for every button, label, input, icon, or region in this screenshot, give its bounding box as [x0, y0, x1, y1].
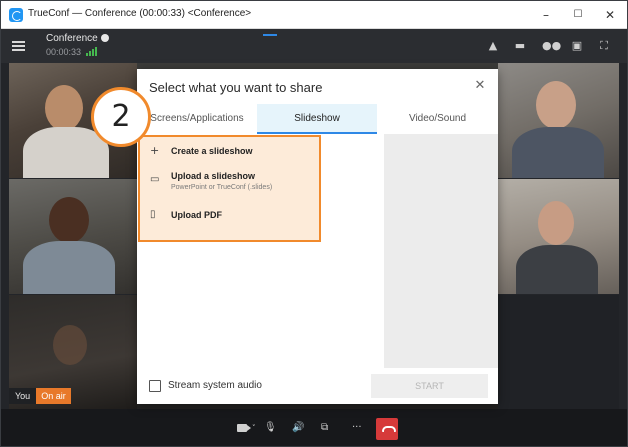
stream-audio-checkbox[interactable]	[149, 380, 161, 392]
folder-icon: ▭	[150, 174, 160, 185]
share-dialog: Select what you want to share ✕ Screens/…	[137, 69, 498, 404]
speaker-button[interactable]: 🔊	[292, 422, 312, 434]
hamburger-menu-icon[interactable]	[12, 41, 25, 51]
conference-name: Conference	[46, 33, 109, 44]
share-tabs: Screens/Applications Slideshow Video/Sou…	[137, 104, 498, 134]
close-window-button[interactable]: ✕	[596, 5, 624, 25]
microphone-active-indicator	[263, 34, 277, 36]
info-icon[interactable]	[100, 34, 109, 42]
slides-icon[interactable]: ▣	[570, 39, 584, 53]
speaker-icon: 🔊	[292, 422, 305, 433]
slideshow-menu-highlight: + Create a slideshow ▭ Upload a slidesho…	[138, 135, 321, 242]
plus-icon: +	[150, 144, 160, 157]
dialog-title: Select what you want to share	[149, 80, 323, 95]
trueconf-logo-icon	[9, 8, 23, 22]
pdf-file-icon: ▯	[150, 209, 156, 220]
tab-screens-applications[interactable]: Screens/Applications	[137, 104, 257, 134]
tab-video-sound[interactable]: Video/Sound	[377, 104, 498, 134]
app-window: TrueConf — Conference (00:00:33) <Confer…	[0, 0, 628, 447]
participant-video-tile[interactable]	[498, 179, 619, 294]
share-screen-button[interactable]: ⧉	[321, 422, 335, 434]
conference-timer: 00:00:33	[46, 47, 82, 57]
stream-audio-label[interactable]: Stream system audio	[168, 380, 262, 391]
camera-button[interactable]: ˅	[237, 422, 256, 434]
microphone-button[interactable]: 🎙	[264, 422, 282, 434]
maximize-button[interactable]: ☐	[564, 5, 592, 25]
hangup-button[interactable]	[376, 418, 398, 440]
window-titlebar: TrueConf — Conference (00:00:33) <Confer…	[1, 1, 627, 29]
tab-slideshow[interactable]: Slideshow	[257, 104, 377, 134]
upload-pdf-item[interactable]: Upload PDF	[171, 210, 222, 220]
conference-header: Conference 00:00:33 ▲ ▬ ●● ▣ ⛶	[1, 29, 627, 63]
start-button[interactable]: START	[371, 374, 488, 398]
microphone-icon: 🎙	[264, 422, 277, 433]
bell-icon[interactable]: ▲	[486, 39, 500, 53]
camera-icon	[237, 424, 251, 432]
chat-icon[interactable]: ▬	[513, 39, 527, 53]
close-icon[interactable]: ✕	[472, 78, 488, 94]
share-screen-icon: ⧉	[321, 422, 329, 433]
participant-video-tile[interactable]	[9, 179, 137, 294]
on-air-badge: On air	[36, 388, 71, 404]
window-title: TrueConf — Conference (00:00:33) <Confer…	[28, 8, 252, 19]
create-slideshow-item[interactable]: Create a slideshow	[171, 146, 253, 156]
slideshow-preview-panel	[384, 134, 498, 368]
self-view-badge: You On air	[9, 388, 71, 404]
minimize-button[interactable]: –	[532, 5, 560, 25]
more-icon: ···	[352, 422, 362, 433]
upload-slideshow-item[interactable]: Upload a slideshow	[171, 171, 255, 181]
signal-strength-icon	[86, 47, 98, 56]
participant-video-tile[interactable]	[498, 63, 619, 178]
more-button[interactable]: ···	[352, 422, 368, 434]
upload-slideshow-hint: PowerPoint or TrueConf (.slides)	[171, 184, 273, 191]
chevron-down-icon[interactable]: ˅	[252, 422, 256, 434]
step-number-marker: 2	[91, 87, 151, 147]
you-label: You	[9, 388, 37, 404]
participant-video-tile[interactable]	[498, 295, 619, 409]
participants-icon[interactable]: ●●	[542, 39, 561, 53]
fullscreen-icon[interactable]: ⛶	[597, 39, 611, 53]
call-control-bar: ˅ 🎙 🔊 ⧉ ···	[1, 409, 627, 446]
